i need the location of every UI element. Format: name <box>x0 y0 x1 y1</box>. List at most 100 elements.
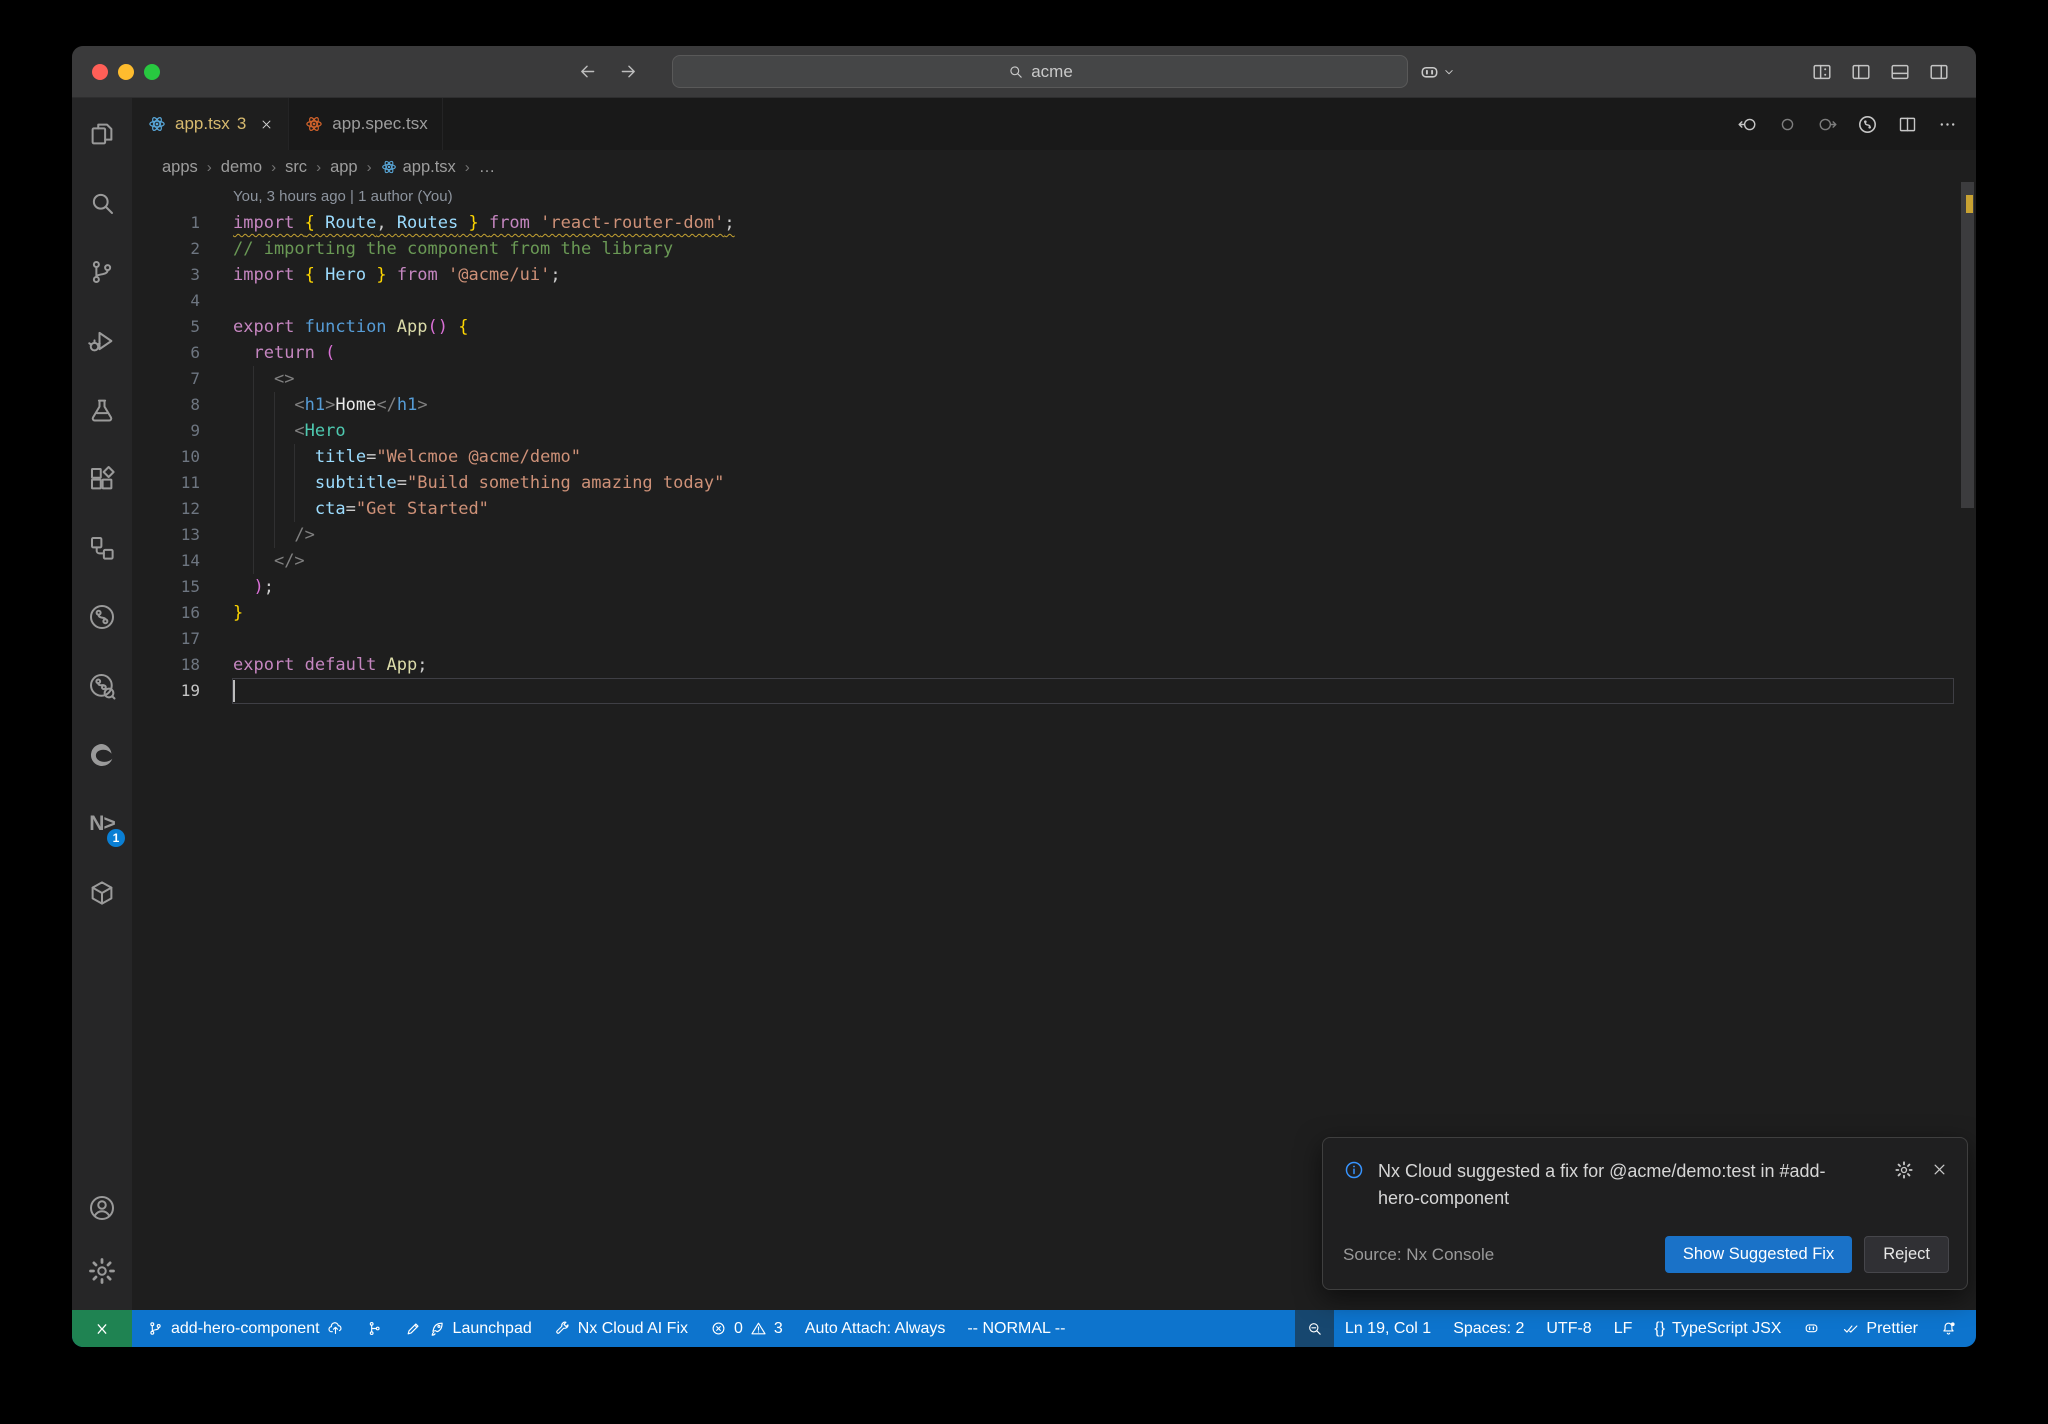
toggle-primary-sidebar-button[interactable] <box>1850 61 1872 83</box>
forward-button[interactable] <box>618 61 639 82</box>
status-encoding[interactable]: UTF-8 <box>1535 1310 1602 1347</box>
status-nx-cloud-ai-fix[interactable]: Nx Cloud AI Fix <box>543 1310 699 1347</box>
code-line[interactable]: 9 <Hero <box>132 418 1976 444</box>
split-editor-button[interactable] <box>1897 114 1918 135</box>
extensions-icon <box>91 466 115 490</box>
code-line[interactable]: 10 title="Welcmoe @acme/demo" <box>132 444 1976 470</box>
nav-current-icon <box>1781 118 1794 130</box>
reject-button[interactable]: Reject <box>1864 1236 1949 1273</box>
status-zoom-indicator[interactable] <box>1294 1310 1334 1347</box>
code-line[interactable]: 8 <h1>Home</h1> <box>132 392 1976 418</box>
status-copilot-status[interactable] <box>1792 1310 1831 1347</box>
activity-item-search[interactable] <box>78 179 126 227</box>
show-suggested-fix-button[interactable]: Show Suggested Fix <box>1664 1236 1853 1273</box>
breadcrumb-item-[interactable]: … <box>479 158 496 177</box>
line-number: 6 <box>190 343 200 362</box>
status-problems[interactable]: 03 <box>699 1310 794 1347</box>
command-center[interactable]: acme <box>672 55 1408 88</box>
tab-app.spec.tsx[interactable]: app.spec.tsx <box>289 98 443 150</box>
activity-item-container-tools[interactable] <box>78 869 126 917</box>
activity-item-settings[interactable] <box>78 1247 126 1295</box>
status-launchpad[interactable]: Launchpad <box>394 1310 543 1347</box>
code-line[interactable]: 1 import { Route, Routes } from 'react-ro… <box>132 210 1976 236</box>
window-minimize-button[interactable] <box>118 63 134 80</box>
tab-problems-badge: 3 <box>236 114 247 133</box>
activity-item-nx-project-graph[interactable] <box>78 593 126 641</box>
code-line[interactable]: 4 <box>132 288 1976 314</box>
status-git-branch[interactable]: add-hero-component <box>136 1310 355 1347</box>
code-line[interactable]: 19 <box>132 678 1976 704</box>
notification-toast: Nx Cloud suggested a fix for @acme/demo:… <box>1322 1137 1968 1290</box>
code-text: export default App; <box>233 655 428 675</box>
toggle-panel-button[interactable] <box>1889 61 1911 83</box>
remote-indicator[interactable] <box>72 1310 132 1347</box>
breadcrumb-item-app[interactable]: app <box>330 158 358 177</box>
breadcrumb-item-demo[interactable]: demo <box>221 158 262 177</box>
status-eol[interactable]: LF <box>1603 1310 1644 1347</box>
window-close-button[interactable] <box>92 63 108 80</box>
activity-item-nx-console[interactable]: N> 1 <box>78 800 126 848</box>
breadcrumb-item-src[interactable]: src <box>285 158 307 177</box>
activity-item-extensions[interactable] <box>78 455 126 503</box>
activity-item-nx-task-graph[interactable] <box>78 662 126 710</box>
nav-forward-button[interactable] <box>1817 114 1838 135</box>
line-number: 2 <box>190 239 200 258</box>
activity-item-testing[interactable] <box>78 386 126 434</box>
notification-settings-button[interactable] <box>1894 1160 1914 1180</box>
activity-item-source-control[interactable] <box>78 248 126 296</box>
status-cursor-position[interactable]: Ln 19, Col 1 <box>1334 1310 1442 1347</box>
activity-item-run-and-debug[interactable] <box>78 317 126 365</box>
more-actions-button[interactable] <box>1937 114 1958 135</box>
code-line[interactable]: 18 export default App; <box>132 652 1976 678</box>
indent-guide <box>294 496 296 522</box>
notification-close-button[interactable] <box>1930 1160 1949 1180</box>
code-line[interactable]: 12 cta="Get Started" <box>132 496 1976 522</box>
code-line[interactable]: 6 return ( <box>132 340 1976 366</box>
copilot-menu-button[interactable] <box>1418 46 1456 98</box>
nav-back-button[interactable] <box>1737 114 1758 135</box>
react-icon <box>381 160 396 174</box>
breadcrumb-item-apps[interactable]: apps <box>162 158 198 177</box>
close-tab-icon[interactable] <box>259 117 274 132</box>
breadcrumb-separator: › <box>206 158 212 176</box>
back-button[interactable] <box>577 61 598 82</box>
tab-app.tsx[interactable]: app.tsx 3 <box>132 98 290 150</box>
indent-guide <box>294 444 296 470</box>
breadcrumb-label: demo <box>220 157 263 176</box>
code-line[interactable]: 17 <box>132 626 1976 652</box>
status-language-mode[interactable]: {} TypeScript JSX <box>1643 1310 1792 1347</box>
activity-item-edge-browser[interactable] <box>78 731 126 779</box>
code-line[interactable]: 16} <box>132 600 1976 626</box>
code-line[interactable]: 2 // importing the component from the lib… <box>132 236 1976 262</box>
status-indentation[interactable]: Spaces: 2 <box>1442 1310 1535 1347</box>
window-zoom-button[interactable] <box>144 63 160 80</box>
status-notifications-bell[interactable] <box>1929 1310 1968 1347</box>
status-auto-attach[interactable]: Auto Attach: Always <box>794 1310 957 1347</box>
code-line[interactable]: 5 export function App() { <box>132 314 1976 340</box>
arrow-left-icon <box>581 65 595 78</box>
code-text: title="Welcmoe @acme/demo" <box>233 444 1976 470</box>
activity-item-accounts[interactable] <box>78 1184 126 1232</box>
code-line[interactable]: 13 /> <box>132 522 1976 548</box>
customize-layout-button[interactable] <box>1811 61 1833 83</box>
status-formatter[interactable]: Prettier <box>1831 1310 1929 1347</box>
nx-run-target-button[interactable] <box>1857 114 1878 135</box>
code-line[interactable]: 11 subtitle="Build something amazing tod… <box>132 470 1976 496</box>
toggle-secondary-sidebar-button[interactable] <box>1928 61 1950 83</box>
editor-scrollbar[interactable] <box>1961 182 1974 508</box>
code-line[interactable]: 7 <> <box>132 366 1976 392</box>
activity-item-project-details[interactable] <box>78 524 126 572</box>
status-source-control-graph[interactable] <box>355 1310 394 1347</box>
nav-current-button[interactable] <box>1777 114 1798 135</box>
code-line[interactable]: 14 </> <box>132 548 1976 574</box>
code-line[interactable]: 15 ); <box>132 574 1976 600</box>
activity-bar: N> 1 <box>72 98 132 1310</box>
copilot-icon <box>1806 1324 1818 1333</box>
nx-run-icon <box>1859 115 1876 133</box>
indent-guide <box>253 418 255 444</box>
activity-item-explorer[interactable] <box>78 110 126 158</box>
code-line[interactable]: 3 import { Hero } from '@acme/ui'; <box>132 262 1976 288</box>
chevron-down-icon <box>1445 70 1453 75</box>
status-vim-mode[interactable]: -- NORMAL -- <box>956 1310 1076 1347</box>
breadcrumb-item-app.tsx[interactable]: app.tsx <box>381 158 456 177</box>
